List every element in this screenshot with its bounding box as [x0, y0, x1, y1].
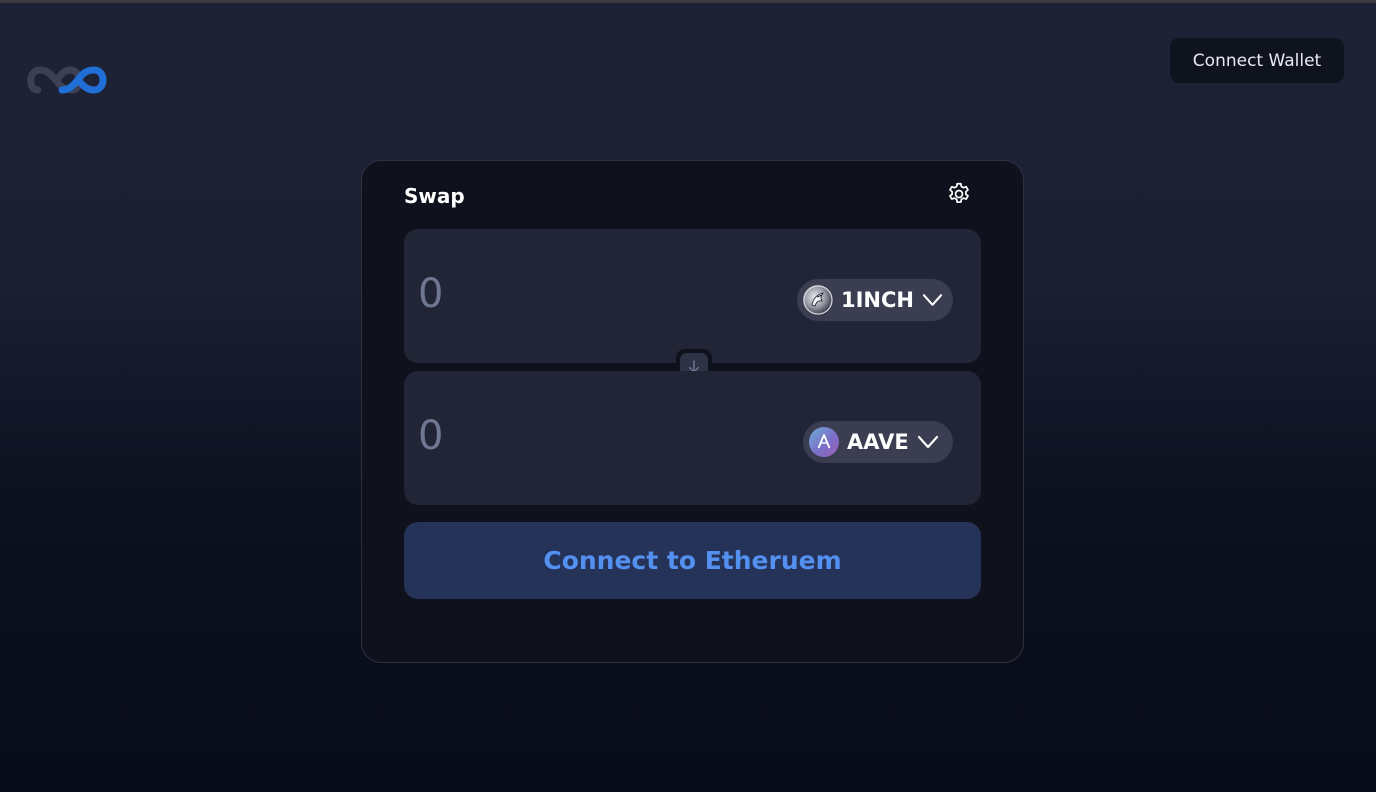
to-amount-input[interactable]	[418, 413, 718, 459]
to-token-panel: AAVE	[404, 371, 981, 505]
from-token-symbol: 1INCH	[841, 288, 914, 312]
aave-token-icon	[809, 427, 839, 457]
swap-title: Swap	[404, 184, 465, 208]
connect-wallet-button[interactable]: Connect Wallet	[1170, 38, 1344, 83]
chevron-down-icon	[917, 435, 938, 449]
to-token-symbol: AAVE	[847, 430, 909, 454]
window-top-border	[0, 0, 1376, 3]
from-amount-input[interactable]	[418, 271, 718, 317]
from-token-selector[interactable]: 1INCH	[797, 279, 953, 321]
to-token-selector[interactable]: AAVE	[803, 421, 953, 463]
connect-to-ethereum-button[interactable]: Connect to Etheruem	[404, 522, 981, 599]
1inch-token-icon	[803, 285, 833, 315]
chevron-down-icon	[922, 294, 943, 306]
gear-icon[interactable]	[946, 181, 972, 207]
from-token-panel: 1INCH	[404, 229, 981, 363]
swap-card: Swap 1INCH	[361, 160, 1024, 663]
infinity-logo-icon[interactable]	[26, 60, 114, 100]
